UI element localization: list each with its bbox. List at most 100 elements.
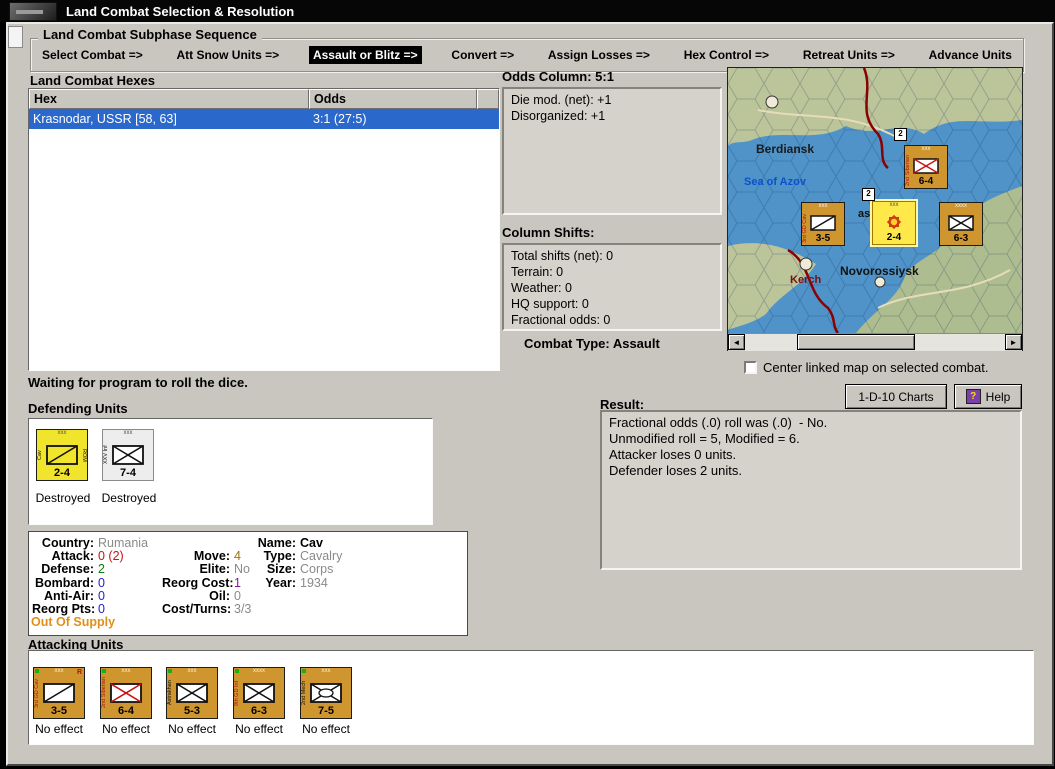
step-convert: Convert => bbox=[451, 48, 515, 62]
terrain-line: Terrain: 0 bbox=[511, 265, 564, 279]
unit-effect-label: No effect bbox=[102, 722, 150, 736]
unit-strength: 2-4 bbox=[886, 232, 902, 243]
unit-status-label: Destroyed bbox=[101, 491, 157, 505]
table-row[interactable]: Krasnodar, USSR [58, 63] 3:1 (27:5) bbox=[29, 109, 499, 129]
bombard-label: Bombard: bbox=[34, 575, 94, 590]
unit-effect-label: No effect bbox=[235, 722, 283, 736]
total-shifts-line: Total shifts (net): 0 bbox=[511, 249, 614, 263]
die-mod-line: Die mod. (net): +1 bbox=[511, 93, 612, 107]
map-unit-counter-3-5[interactable]: xxx 3rd GD Cav 3-5 bbox=[801, 202, 845, 246]
step-advance-units: Advance Units bbox=[928, 48, 1012, 62]
unit-size-label: xxx bbox=[121, 668, 131, 674]
unit-strength: 7-5 bbox=[318, 705, 334, 717]
result-panel: Fractional odds (.0) roll was (.0) - No.… bbox=[600, 410, 1022, 570]
combat-type-label: Combat Type: Assault bbox=[524, 336, 660, 351]
antiair-value: 0 bbox=[98, 588, 105, 603]
window-title: Land Combat Selection & Resolution bbox=[66, 3, 295, 19]
unit-strength: 6-4 bbox=[918, 176, 934, 187]
unit-size-label: xxx bbox=[57, 430, 67, 436]
result-line-1: Fractional odds (.0) roll was (.0) - No. bbox=[609, 415, 828, 430]
column-shifts-panel: Total shifts (net): 0 Terrain: 0 Weather… bbox=[502, 243, 722, 331]
result-line-3: Attacker loses 0 units. bbox=[609, 447, 737, 462]
weather-line: Weather: 0 bbox=[511, 281, 572, 295]
unit-size-label: xxx bbox=[889, 202, 899, 208]
unit-size-label: xxx bbox=[187, 668, 197, 674]
explosion-icon bbox=[886, 214, 902, 230]
unit-strength: 6-4 bbox=[118, 705, 134, 717]
scroll-thumb[interactable] bbox=[797, 334, 915, 350]
infantry-symbol bbox=[176, 683, 208, 703]
unit-strength: 7-4 bbox=[120, 467, 136, 479]
step-select-combat: Select Combat => bbox=[42, 48, 143, 62]
city-label-novorossiysk: Novorossiysk bbox=[840, 264, 919, 278]
result-line-2: Unmodified roll = 5, Modified = 6. bbox=[609, 431, 800, 446]
infantry-symbol bbox=[243, 683, 275, 703]
charts-button[interactable]: 1-D-10 Charts bbox=[845, 384, 947, 409]
attacking-unit-counter-7-5[interactable]: xxx 2nd Mech 7-5 bbox=[300, 667, 352, 719]
defending-units-panel bbox=[28, 418, 433, 525]
unit-strength: 6-3 bbox=[251, 705, 267, 717]
unit-size-label: xxxx bbox=[955, 203, 967, 209]
elite-value: No bbox=[234, 562, 250, 577]
status-text: Waiting for program to roll the dice. bbox=[28, 375, 248, 390]
window-corner-glyph bbox=[8, 26, 23, 48]
map-horizontal-scrollbar[interactable]: ◄ ► bbox=[728, 333, 1022, 351]
cavalry-symbol bbox=[810, 215, 836, 231]
odds-panel: Die mod. (net): +1 Disorganized: +1 bbox=[502, 87, 722, 215]
combat-hexes-label: Land Combat Hexes bbox=[30, 73, 155, 88]
map-view[interactable]: Berdiansk Sea of Azov Kerch Novorossiysk… bbox=[728, 68, 1022, 333]
unit-strength: 3-5 bbox=[815, 233, 831, 244]
attacking-unit-counter-3-5[interactable]: xxx R 3rd GD Cav 3-5 bbox=[33, 667, 85, 719]
cell-hex[interactable]: Krasnodar, USSR [58, 63] bbox=[29, 109, 309, 129]
result-line-4: Defender loses 2 units. bbox=[609, 463, 742, 478]
step-assault-or-blitz: Assault or Blitz => bbox=[308, 46, 422, 64]
map-unit-counter-2-4-selected[interactable]: xxx 2-4 bbox=[872, 201, 916, 245]
scroll-left-button[interactable]: ◄ bbox=[728, 334, 745, 350]
column-shifts-title: Column Shifts: bbox=[502, 225, 595, 240]
city-label-kerch: Kerch bbox=[790, 274, 822, 286]
column-header-filler bbox=[477, 89, 499, 109]
fractional-odds-line: Fractional odds: 0 bbox=[511, 313, 611, 327]
year-value: 1934 bbox=[300, 575, 328, 590]
city-label-berdiansk: Berdiansk bbox=[756, 142, 815, 156]
costturns-value: 3/3 bbox=[234, 601, 252, 616]
map-unit-counter-6-4[interactable]: xxx 2nd Siberian 6-4 bbox=[904, 145, 948, 189]
stack-count-badge: 2 bbox=[894, 128, 907, 141]
costturns-label: Cost/Turns: bbox=[162, 601, 232, 616]
scroll-track[interactable] bbox=[745, 334, 1005, 351]
oil-value: 0 bbox=[234, 588, 241, 603]
unit-strength: 3-5 bbox=[51, 705, 67, 717]
elite-label: Elite: bbox=[199, 562, 230, 577]
unit-size-label: xxx bbox=[818, 203, 828, 209]
unit-size-label: xxx bbox=[321, 668, 331, 674]
defense-label: Defense: bbox=[41, 562, 94, 577]
unit-effect-label: No effect bbox=[168, 722, 216, 736]
year-label: Year: bbox=[265, 575, 296, 590]
supply-status-label: Out Of Supply bbox=[31, 615, 116, 629]
map-unit-counter-6-3[interactable]: xxxx 6-3 bbox=[939, 202, 983, 246]
defending-unit-counter-inf[interactable]: xxx XXV Inf 7-4 bbox=[102, 429, 154, 481]
table-header: Hex Odds bbox=[29, 89, 499, 109]
attacking-unit-counter-6-4[interactable]: xxx 2nd Siberian 6-4 bbox=[100, 667, 152, 719]
odds-column-title: Odds Column: 5:1 bbox=[502, 69, 614, 84]
step-assign-losses: Assign Losses => bbox=[547, 48, 650, 62]
attacking-unit-counter-5-3[interactable]: xxx Astrakhan 5-3 bbox=[166, 667, 218, 719]
scroll-right-button[interactable]: ► bbox=[1005, 334, 1022, 350]
defense-value: 2 bbox=[98, 562, 105, 577]
infantry-symbol bbox=[110, 683, 142, 703]
size-value: Corps bbox=[300, 562, 334, 577]
help-button[interactable]: ? Help bbox=[954, 384, 1022, 409]
attacking-unit-counter-6-3[interactable]: xxxx 9th GD Inf 6-3 bbox=[233, 667, 285, 719]
size-label: Size: bbox=[266, 562, 296, 577]
reorgcost-value: 1 bbox=[234, 575, 241, 590]
bombard-value: 0 bbox=[98, 575, 105, 590]
sea-label-azov: Sea of Azov bbox=[744, 176, 806, 188]
defending-unit-counter-cav[interactable]: xxx Cav ROM 2-4 bbox=[36, 429, 88, 481]
unit-strength: 6-3 bbox=[953, 233, 969, 244]
reorgcost-label: Reorg Cost: bbox=[162, 575, 234, 590]
unit-strength: 5-3 bbox=[184, 705, 200, 717]
center-map-checkbox[interactable] bbox=[744, 361, 757, 374]
map-frame: Berdiansk Sea of Azov Kerch Novorossiysk… bbox=[727, 67, 1023, 351]
cell-odds[interactable]: 3:1 (27:5) bbox=[309, 109, 477, 129]
disorganized-line: Disorganized: +1 bbox=[511, 109, 606, 123]
